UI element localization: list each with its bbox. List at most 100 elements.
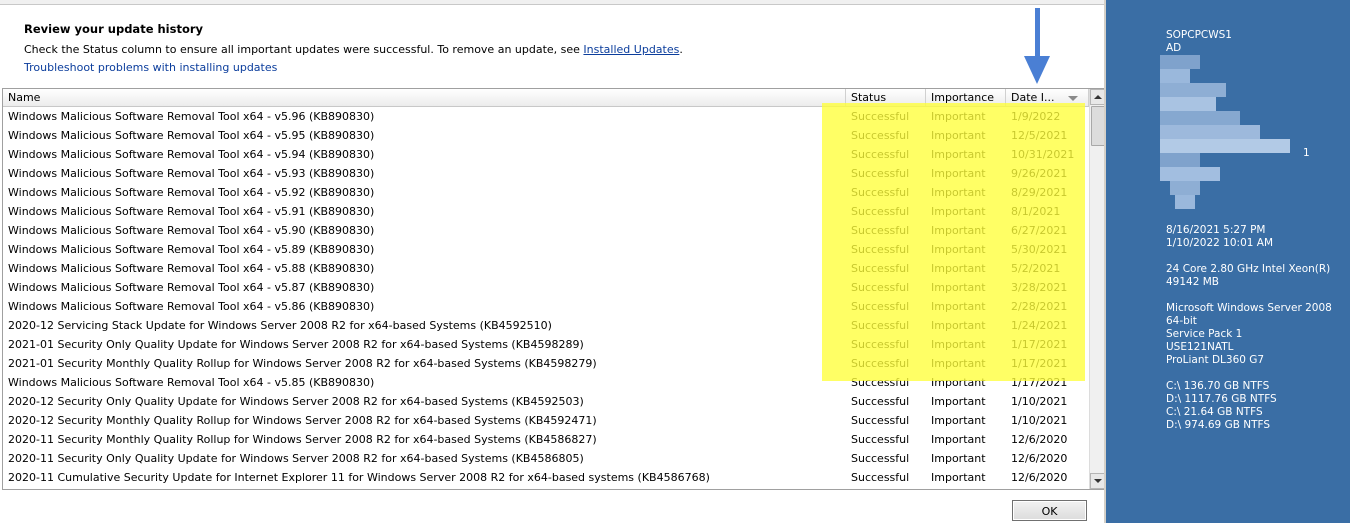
importance-cell: Important <box>931 433 986 446</box>
importance-cell: Important <box>931 262 986 275</box>
memory-info: 49142 MB <box>1166 276 1220 288</box>
status-cell: Successful <box>851 262 910 275</box>
table-row[interactable]: 2020-11 Cumulative Security Update for I… <box>3 468 1089 487</box>
table-row[interactable]: Windows Malicious Software Removal Tool … <box>3 145 1089 164</box>
importance-cell: Important <box>931 395 986 408</box>
troubleshoot-link[interactable]: Troubleshoot problems with installing up… <box>24 61 277 74</box>
table-row[interactable]: 2020-11 Security Monthly Quality Rollup … <box>3 430 1089 449</box>
table-row[interactable]: 2020-12 Security Only Quality Update for… <box>3 392 1089 411</box>
status-cell: Successful <box>851 376 910 389</box>
status-cell: Successful <box>851 243 910 256</box>
importance-cell: Important <box>931 243 986 256</box>
status-cell: Successful <box>851 300 910 313</box>
drive-info: C:\ 136.70 GB NTFS <box>1166 380 1270 392</box>
update-name-cell: 2020-12 Security Only Quality Update for… <box>8 395 584 408</box>
table-row[interactable]: Windows Malicious Software Removal Tool … <box>3 373 1089 392</box>
table-row[interactable]: Windows Malicious Software Removal Tool … <box>3 278 1089 297</box>
status-cell: Successful <box>851 471 910 484</box>
dialog-top-border <box>0 0 1106 5</box>
importance-cell: Important <box>931 167 986 180</box>
server-model: ProLiant DL360 G7 <box>1166 354 1265 366</box>
os-arch: 64-bit <box>1166 315 1197 327</box>
desktop-info-panel: SOPCPCWS1 AD 1 8/16/2021 5:27 PM 1/10/20… <box>1106 0 1350 523</box>
snapshot-time: 1/10/2022 10:01 AM <box>1166 237 1274 249</box>
date-installed-cell: 9/26/2021 <box>1011 167 1068 180</box>
page-title: Review your update history <box>24 22 204 36</box>
status-cell: Successful <box>851 186 910 199</box>
status-cell: Successful <box>851 452 910 465</box>
update-name-cell: Windows Malicious Software Removal Tool … <box>8 110 375 123</box>
update-name-cell: Windows Malicious Software Removal Tool … <box>8 281 375 294</box>
os-name: Microsoft Windows Server 2008 <box>1166 302 1332 314</box>
table-row[interactable]: Windows Malicious Software Removal Tool … <box>3 164 1089 183</box>
service-pack: Service Pack 1 <box>1166 328 1243 340</box>
table-row[interactable]: Windows Malicious Software Removal Tool … <box>3 297 1089 316</box>
importance-cell: Important <box>931 110 986 123</box>
update-name-cell: 2020-12 Servicing Stack Update for Windo… <box>8 319 552 332</box>
date-installed-cell: 1/17/2021 <box>1011 357 1068 370</box>
status-cell: Successful <box>851 338 910 351</box>
redacted-suffix: 1 <box>1303 147 1310 159</box>
importance-cell: Important <box>931 205 986 218</box>
scroll-up-arrow-icon <box>1094 95 1102 99</box>
importance-cell: Important <box>931 471 986 484</box>
table-row[interactable]: Windows Malicious Software Removal Tool … <box>3 126 1089 145</box>
scrollbar-thumb[interactable] <box>1091 106 1105 146</box>
importance-cell: Important <box>931 300 986 313</box>
column-header-name[interactable]: Name <box>3 89 846 106</box>
boot-time: 8/16/2021 5:27 PM <box>1166 224 1266 236</box>
date-installed-cell: 5/2/2021 <box>1011 262 1061 275</box>
table-row[interactable]: 2020-12 Security Monthly Quality Rollup … <box>3 411 1089 430</box>
table-row[interactable]: Windows Malicious Software Removal Tool … <box>3 107 1089 126</box>
description-text: Check the Status column to ensure all im… <box>24 43 584 56</box>
importance-cell: Important <box>931 186 986 199</box>
table-row[interactable]: Windows Malicious Software Removal Tool … <box>3 202 1089 221</box>
update-name-cell: Windows Malicious Software Removal Tool … <box>8 205 375 218</box>
date-installed-cell: 1/17/2021 <box>1011 338 1068 351</box>
table-row[interactable]: Windows Malicious Software Removal Tool … <box>3 183 1089 202</box>
date-installed-cell: 12/5/2021 <box>1011 129 1068 142</box>
status-cell: Successful <box>851 129 910 142</box>
date-installed-cell: 8/1/2021 <box>1011 205 1061 218</box>
update-name-cell: Windows Malicious Software Removal Tool … <box>8 224 375 237</box>
table-row[interactable]: 2021-01 Security Monthly Quality Rollup … <box>3 354 1089 373</box>
drive-info: D:\ 1117.76 GB NTFS <box>1166 393 1277 405</box>
importance-cell: Important <box>931 357 986 370</box>
column-header-date[interactable]: Date I... <box>1006 89 1089 106</box>
drive-info: D:\ 974.69 GB NTFS <box>1166 419 1271 431</box>
status-cell: Successful <box>851 414 910 427</box>
importance-cell: Important <box>931 129 986 142</box>
update-name-cell: Windows Malicious Software Removal Tool … <box>8 129 375 142</box>
table-row[interactable]: Windows Malicious Software Removal Tool … <box>3 221 1089 240</box>
table-row[interactable]: 2021-01 Security Only Quality Update for… <box>3 335 1089 354</box>
update-name-cell: 2021-01 Security Monthly Quality Rollup … <box>8 357 597 370</box>
update-history-list: Name Status Importance Date I... Windows… <box>2 88 1106 490</box>
table-row[interactable]: 2020-12 Servicing Stack Update for Windo… <box>3 316 1089 335</box>
importance-cell: Important <box>931 338 986 351</box>
table-row[interactable]: Windows Malicious Software Removal Tool … <box>3 240 1089 259</box>
scroll-down-arrow-icon <box>1094 479 1102 483</box>
table-row[interactable]: 2020-11 Security Only Quality Update for… <box>3 449 1089 468</box>
column-header-status[interactable]: Status <box>846 89 926 106</box>
ok-button[interactable]: OK <box>1012 500 1087 521</box>
date-installed-cell: 5/30/2021 <box>1011 243 1068 256</box>
importance-cell: Important <box>931 224 986 237</box>
update-name-cell: Windows Malicious Software Removal Tool … <box>8 186 375 199</box>
dialog-description: Check the Status column to ensure all im… <box>24 43 683 56</box>
date-installed-cell: 2/28/2021 <box>1011 300 1068 313</box>
date-installed-cell: 12/6/2020 <box>1011 452 1068 465</box>
update-name-cell: Windows Malicious Software Removal Tool … <box>8 167 375 180</box>
installed-updates-link[interactable]: Installed Updates <box>583 43 679 56</box>
column-header-importance[interactable]: Importance <box>926 89 1006 106</box>
date-installed-cell: 3/28/2021 <box>1011 281 1068 294</box>
date-installed-cell: 6/27/2021 <box>1011 224 1068 237</box>
update-name-cell: 2020-11 Cumulative Security Update for I… <box>8 471 710 484</box>
date-installed-cell: 1/24/2021 <box>1011 319 1068 332</box>
update-name-cell: Windows Malicious Software Removal Tool … <box>8 376 375 389</box>
update-name-cell: 2020-11 Security Monthly Quality Rollup … <box>8 433 597 446</box>
cpu-info: 24 Core 2.80 GHz Intel Xeon(R) <box>1166 263 1331 275</box>
status-cell: Successful <box>851 433 910 446</box>
update-history-dialog: Review your update history Check the Sta… <box>0 0 1106 523</box>
date-installed-cell: 1/17/2021 <box>1011 376 1068 389</box>
table-row[interactable]: Windows Malicious Software Removal Tool … <box>3 259 1089 278</box>
